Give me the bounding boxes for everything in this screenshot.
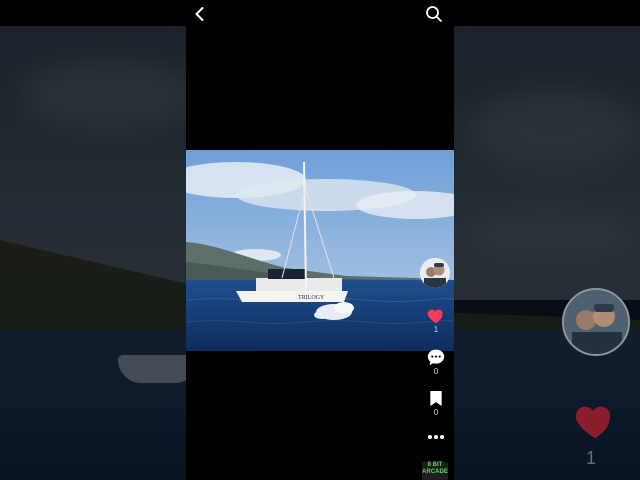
- comment-button[interactable]: 0: [423, 348, 449, 376]
- save-count: 0: [433, 408, 439, 417]
- avatar-image: [420, 258, 450, 288]
- more-options-button[interactable]: [423, 434, 449, 440]
- save-button[interactable]: 0: [423, 390, 449, 417]
- action-rail: 1 0 0 8 BIT ARCADE: [418, 256, 454, 480]
- sound-badge-line1: 8 BIT: [427, 462, 443, 468]
- more-icon: [428, 435, 444, 439]
- like-count: 1: [433, 325, 439, 334]
- like-button[interactable]: 1: [423, 306, 449, 334]
- back-button[interactable]: [190, 4, 210, 24]
- author-avatar[interactable]: [420, 258, 450, 288]
- search-icon: [426, 6, 442, 22]
- post-viewer: TRILOGY: [186, 26, 454, 480]
- search-button[interactable]: [424, 4, 444, 24]
- sound-badge-line2: ARCADE: [422, 469, 448, 475]
- background-avatar: [562, 288, 630, 356]
- background-like-count: 1: [586, 448, 597, 468]
- post-photo-image: TRILOGY: [186, 150, 454, 351]
- comment-count: 0: [433, 367, 439, 376]
- back-icon: [195, 7, 204, 21]
- sound-badge[interactable]: 8 BIT ARCADE: [422, 462, 448, 480]
- top-bar: [0, 0, 640, 26]
- bookmark-icon: [430, 390, 442, 407]
- post-photo[interactable]: TRILOGY: [186, 150, 454, 351]
- comment-icon: [427, 349, 445, 366]
- background-heart-icon: [575, 406, 611, 439]
- boat-name: TRILOGY: [298, 295, 325, 301]
- heart-icon: [427, 309, 443, 324]
